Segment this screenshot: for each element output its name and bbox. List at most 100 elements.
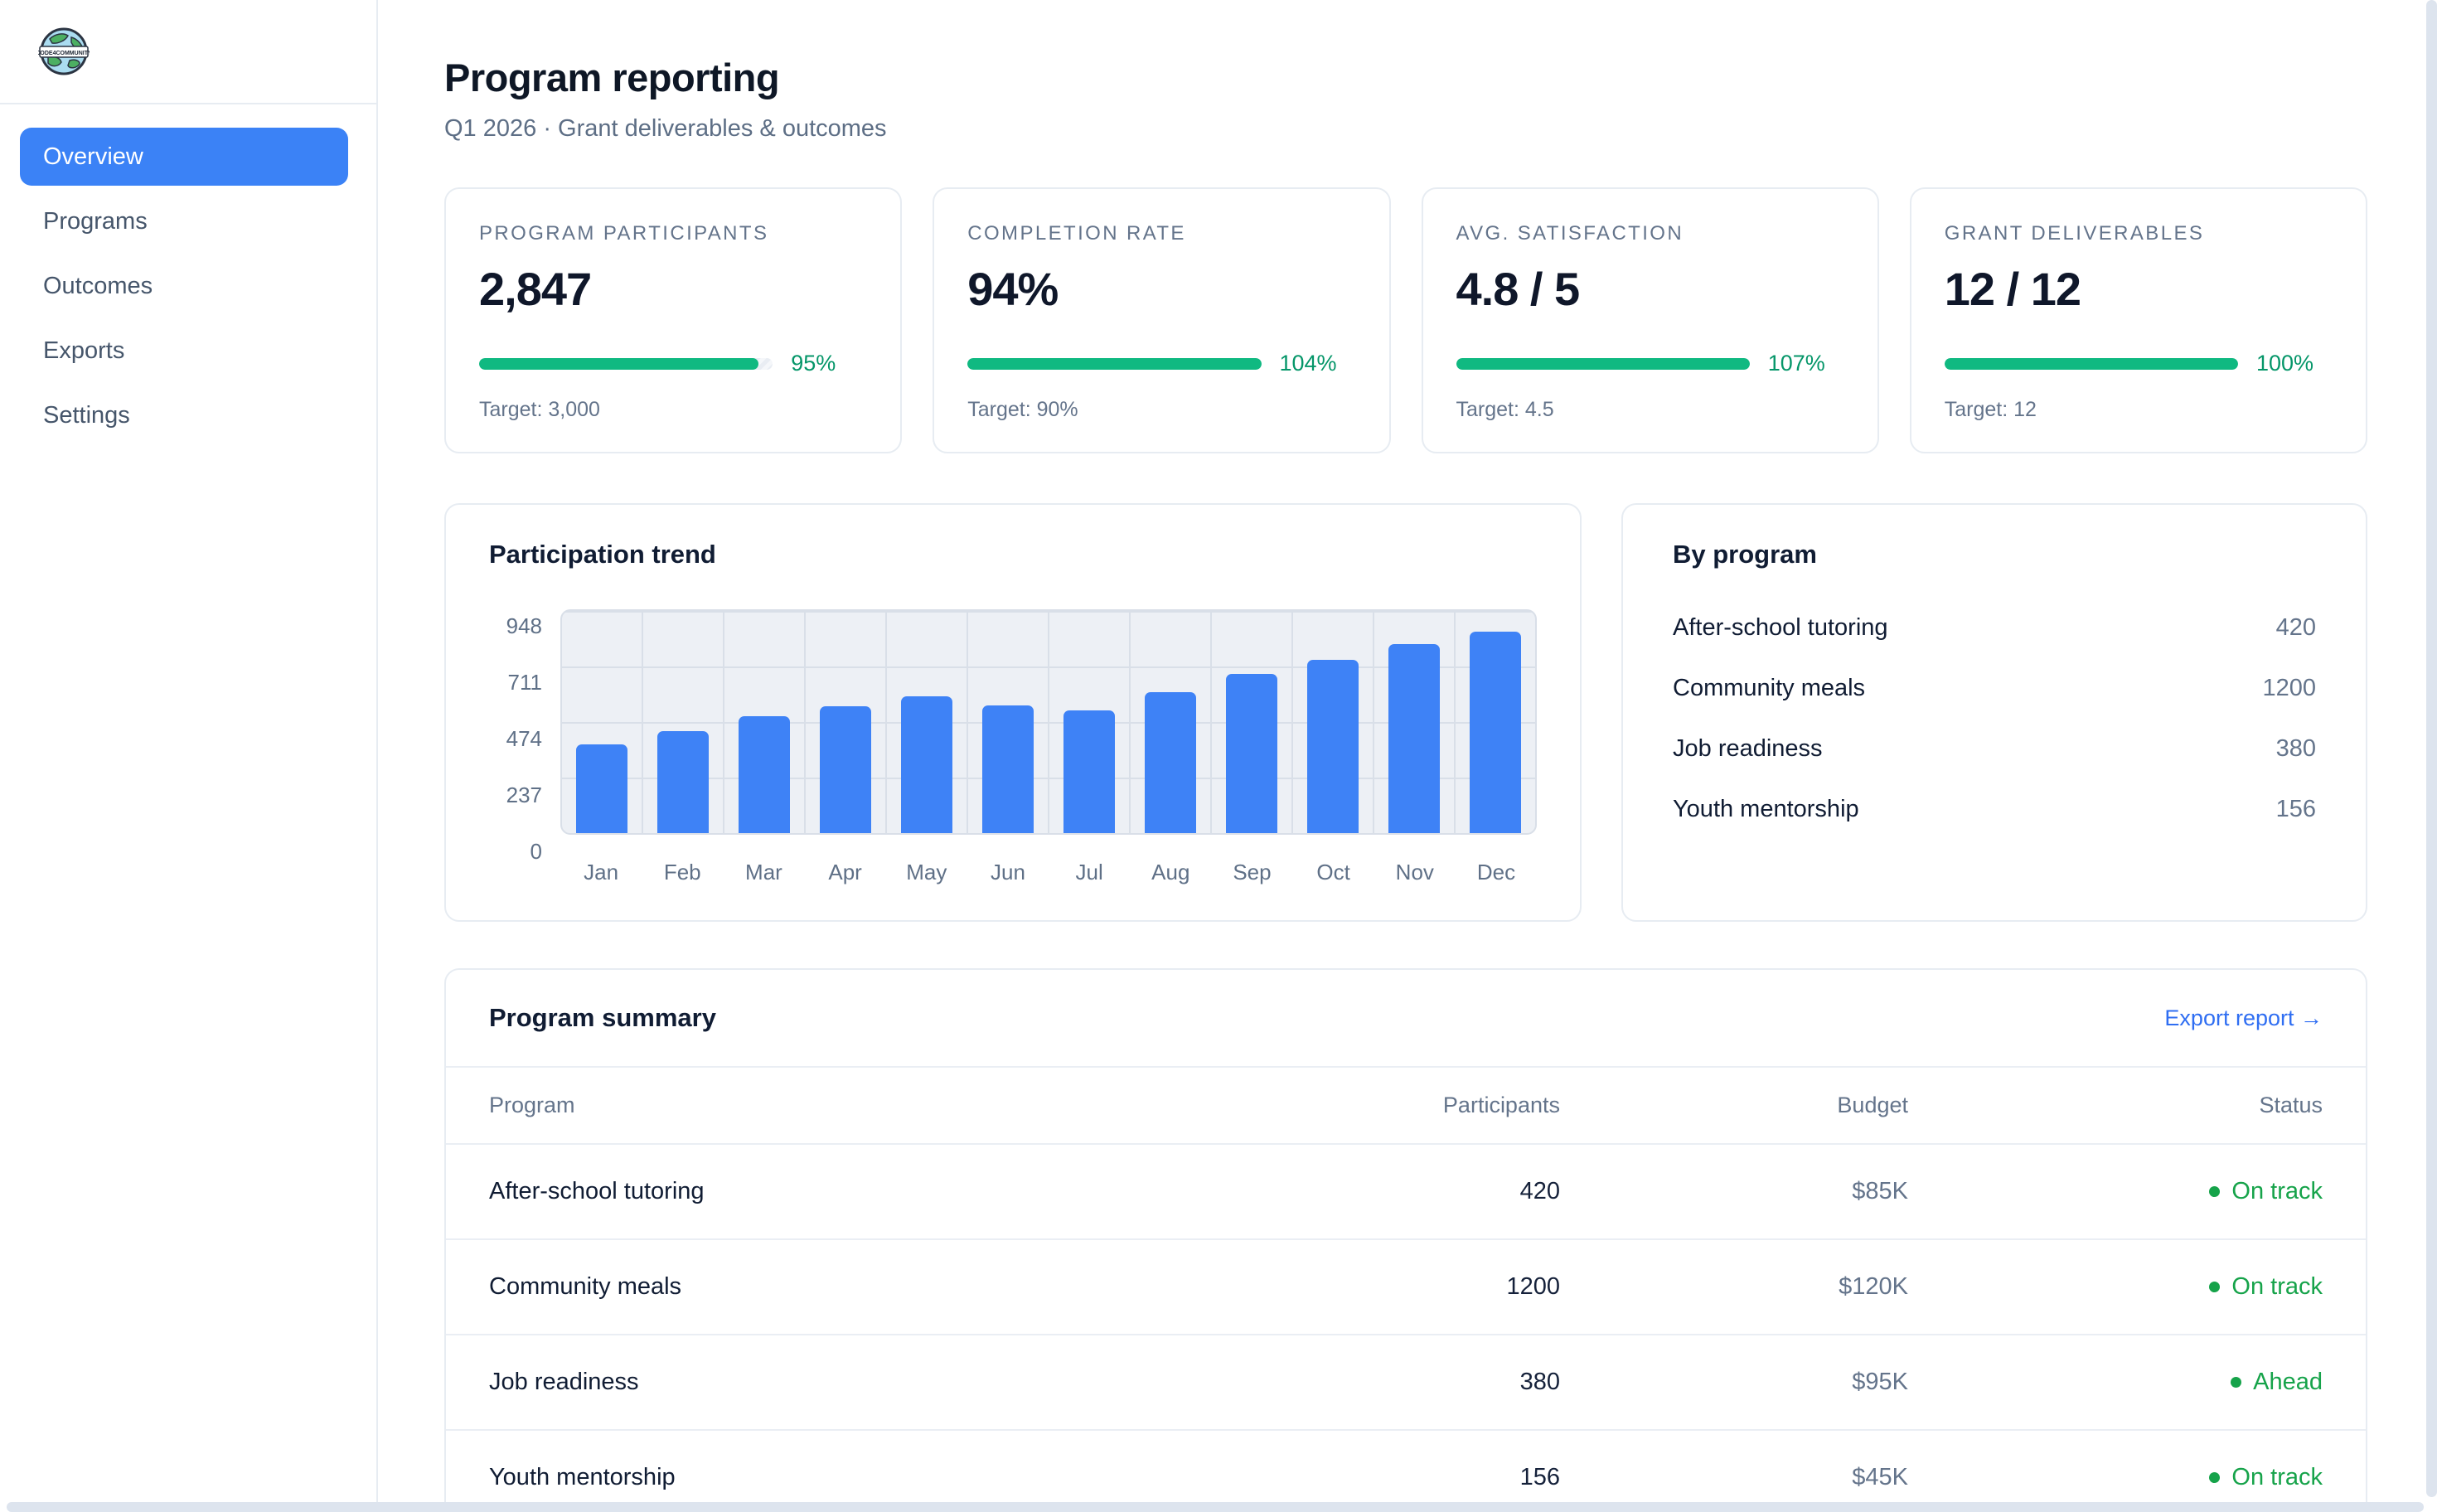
x-tick-label: Oct: [1293, 860, 1374, 885]
program-value: 1200: [2262, 675, 2316, 702]
chart-column-sep: [1212, 611, 1293, 833]
kpi-target: Target: 3,000: [479, 398, 867, 422]
x-tick-label: Jun: [967, 860, 1049, 885]
x-tick-label: Mar: [723, 860, 804, 885]
cell-status: On track: [1908, 1178, 2323, 1205]
vertical-scrollbar[interactable]: [2426, 0, 2437, 1497]
program-value: 380: [2276, 735, 2316, 763]
cell-budget: $120K: [1560, 1273, 1908, 1301]
cell-program: Community meals: [489, 1273, 1278, 1301]
program-name: Youth mentorship: [1673, 796, 1859, 823]
participation-trend-card: Participation trend 0237474711948 JanFeb…: [444, 503, 1582, 922]
status-text: On track: [2231, 1273, 2323, 1301]
sidebar-item-programs[interactable]: Programs: [20, 192, 348, 250]
by-program-row-job-readiness: Job readiness380: [1673, 719, 2316, 779]
y-tick-label: 474: [506, 727, 542, 750]
cell-program: Job readiness: [489, 1369, 1278, 1396]
chart-x-axis: JanFebMarAprMayJunJulAugSepOctNovDec: [560, 860, 1537, 885]
kpi-value: 12 / 12: [1945, 262, 2333, 316]
table-header-row: ProgramParticipantsBudgetStatus: [446, 1066, 2366, 1143]
sidebar: CODE4COMMUNITY Overview Programs Outcomes E…: [0, 0, 378, 1512]
x-tick-label: Dec: [1456, 860, 1537, 885]
table-header-bar: Program summary Export report →: [446, 970, 2366, 1066]
logo-text: CODE4COMMUNITY: [38, 51, 90, 56]
kpi-progress-row: 100%: [1945, 351, 2333, 376]
by-program-card: By program After-school tutoring420Commu…: [1621, 503, 2367, 922]
kpi-progress-track: [1456, 358, 1750, 370]
bar-apr: [820, 706, 870, 833]
kpi-progress-row: 104%: [967, 351, 1355, 376]
kpi-value: 4.8 / 5: [1456, 262, 1844, 316]
chart-column-oct: [1293, 611, 1374, 833]
kpi-percent: 100%: [2256, 351, 2333, 376]
kpi-target: Target: 90%: [967, 398, 1355, 422]
y-tick-label: 0: [531, 840, 542, 863]
kpi-progress-fill: [1456, 358, 1750, 370]
by-program-row-after-school-tutoring: After-school tutoring 420: [1673, 598, 2316, 658]
status-text: On track: [2231, 1464, 2323, 1491]
chart-plot-area: [560, 609, 1537, 835]
bar-aug: [1145, 692, 1195, 833]
bar-mar: [739, 716, 789, 833]
kpi-target: Target: 12: [1945, 398, 2333, 422]
chart-column-feb: [643, 611, 724, 833]
status-text: On track: [2231, 1178, 2323, 1205]
kpi-progress-fill: [479, 358, 758, 370]
export-report-link[interactable]: Export report →: [2164, 1006, 2323, 1031]
status-dot-icon: [2231, 1377, 2241, 1388]
sidebar-item-overview[interactable]: Overview: [20, 128, 348, 186]
status-dot-icon: [2209, 1472, 2220, 1483]
cell-participants: 420: [1278, 1178, 1560, 1205]
bar-chart: 0237474711948 JanFebMarAprMayJunJulAugSe…: [489, 609, 1537, 885]
bar-nov: [1388, 644, 1439, 833]
x-tick-label: May: [886, 860, 967, 885]
program-name: Community meals: [1673, 675, 1865, 702]
x-tick-label: Sep: [1211, 860, 1292, 885]
summary-title: Program summary: [489, 1003, 716, 1033]
sidebar-item-exports[interactable]: Exports: [20, 322, 348, 380]
bar-sep: [1226, 674, 1277, 833]
kpi-label: GRANT DELIVERABLES: [1945, 222, 2333, 245]
cell-program: After-school tutoring: [489, 1178, 1278, 1205]
kpi-progress-track: [967, 358, 1261, 370]
bar-jun: [982, 705, 1033, 833]
sidebar-item-outcomes[interactable]: Outcomes: [20, 257, 348, 315]
main-content: Program reporting Q1 2026 · Grant delive…: [378, 0, 2437, 1512]
cell-status: On track: [1908, 1464, 2323, 1491]
chart-column-jun: [968, 611, 1049, 833]
horizontal-scrollbar[interactable]: [7, 1502, 2424, 1512]
program-value: 156: [2276, 796, 2316, 823]
status-text: Ahead: [2253, 1369, 2323, 1396]
program-name: After-school tutoring: [1673, 614, 1888, 642]
kpi-percent: 104%: [1280, 351, 1356, 376]
chart-column-may: [887, 611, 968, 833]
column-header-budget: Budget: [1560, 1093, 1908, 1118]
column-header-status: Status: [1908, 1093, 2323, 1118]
x-tick-label: Aug: [1130, 860, 1211, 885]
kpi-percent: 107%: [1768, 351, 1844, 376]
table-row-job-readiness: Job readiness380$95KAhead: [446, 1334, 2366, 1429]
cell-program: Youth mentorship: [489, 1464, 1278, 1491]
chart-y-axis: 0237474711948: [489, 609, 542, 835]
cell-participants: 156: [1278, 1464, 1560, 1491]
cell-status: Ahead: [1908, 1369, 2323, 1396]
bar-oct: [1307, 660, 1358, 833]
status-dot-icon: [2209, 1282, 2220, 1292]
y-tick-label: 948: [506, 614, 542, 637]
sidebar-item-settings[interactable]: Settings: [20, 386, 348, 444]
bar-jan: [576, 744, 627, 833]
bar-dec: [1470, 632, 1520, 833]
bar-feb: [657, 731, 708, 833]
program-value: 420: [2276, 614, 2316, 642]
kpi-progress-row: 95%: [479, 351, 867, 376]
x-tick-label: Jul: [1049, 860, 1130, 885]
chart-column-aug: [1131, 611, 1212, 833]
table-row-after-school-tutoring: After-school tutoring420$85KOn track: [446, 1143, 2366, 1238]
kpi-percent: 95%: [791, 351, 867, 376]
x-tick-label: Apr: [805, 860, 886, 885]
kpi-card-grant-deliverables: GRANT DELIVERABLES 12 / 12 100% Target: 12: [1910, 187, 2367, 453]
summary-table: ProgramParticipantsBudgetStatusAfter-sch…: [446, 1066, 2366, 1512]
cell-participants: 380: [1278, 1369, 1560, 1396]
kpi-progress-fill: [967, 358, 1261, 370]
bar-jul: [1063, 710, 1114, 833]
